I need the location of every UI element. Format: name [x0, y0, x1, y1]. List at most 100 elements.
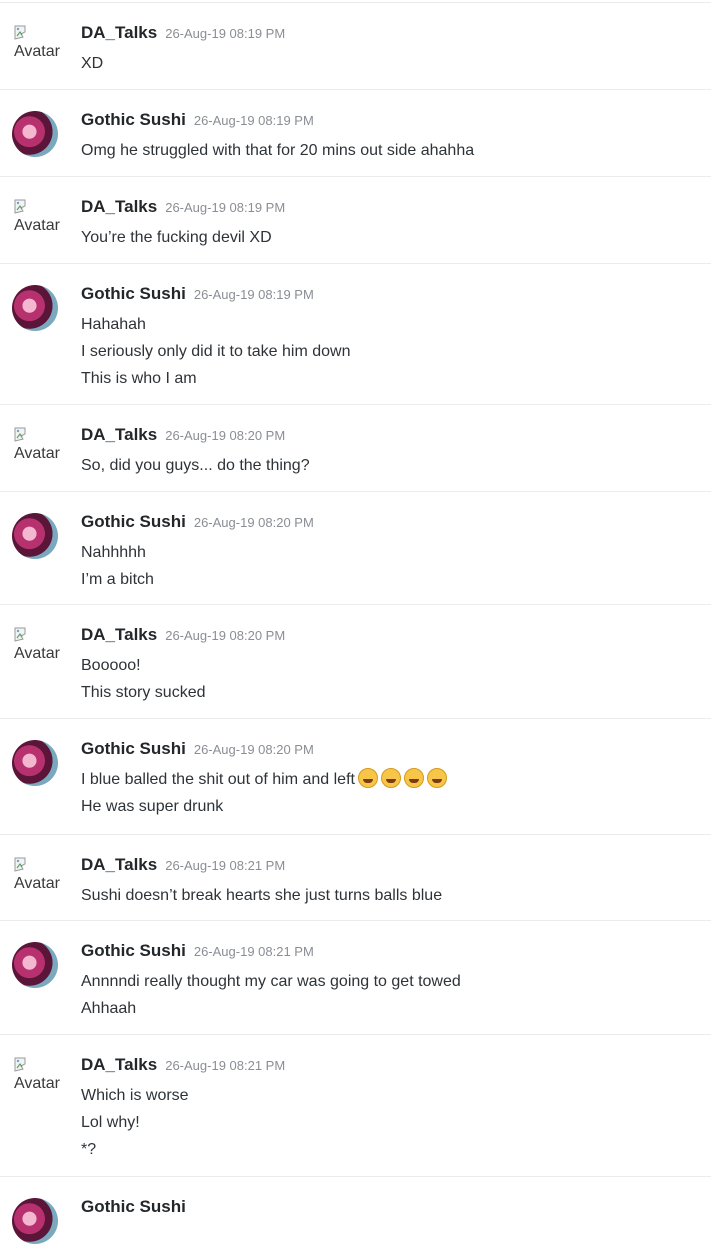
message-header: Gothic Sushi 26-Aug-19 08:19 PM: [81, 110, 314, 130]
message-header: DA_Talks 26-Aug-19 08:20 PM: [81, 425, 285, 445]
message-row: Avatar DA_Talks 26-Aug-19 08:19 PM You’re t…: [0, 176, 711, 263]
avatar-alt-text: Avatar: [14, 875, 60, 892]
timestamp: 26-Aug-19 08:19 PM: [165, 200, 286, 215]
message-header: DA_Talks 26-Aug-19 08:19 PM: [81, 23, 285, 43]
author-name[interactable]: Gothic Sushi: [81, 110, 186, 129]
message-header: Gothic Sushi 26-Aug-19 08:21 PM: [81, 941, 314, 961]
avatar-broken-image[interactable]: Avatar: [14, 1057, 74, 1093]
author-name[interactable]: Gothic Sushi: [81, 739, 186, 758]
message-text-content: This story sucked: [81, 684, 206, 701]
author-name[interactable]: Gothic Sushi: [81, 941, 186, 960]
author-name[interactable]: DA_Talks: [81, 425, 157, 444]
timestamp: 26-Aug-19 08:20 PM: [193, 515, 314, 530]
broken-image-icon: [14, 199, 26, 214]
avatar-broken-image[interactable]: Avatar: [14, 857, 74, 893]
message-text-content: I’m a bitch: [81, 571, 154, 588]
author-name[interactable]: DA_Talks: [81, 23, 157, 42]
message-text: XD: [81, 50, 103, 77]
message-header: Gothic Sushi: [81, 1197, 186, 1217]
message-text-content: Nahhhhh: [81, 544, 146, 561]
rolling-laughing-emoji-icon: [380, 768, 401, 788]
timestamp: 26-Aug-19 08:20 PM: [165, 628, 286, 643]
author-name[interactable]: Gothic Sushi: [81, 284, 186, 303]
timestamp: 26-Aug-19 08:19 PM: [193, 113, 314, 128]
avatar[interactable]: [12, 740, 58, 786]
broken-image-icon: [14, 427, 26, 442]
message-header: DA_Talks 26-Aug-19 08:21 PM: [81, 1055, 285, 1075]
message-text-content: Hahahah: [81, 316, 146, 333]
message-row: Avatar DA_Talks 26-Aug-19 08:20 PM So, did …: [0, 404, 711, 491]
message-header: DA_Talks 26-Aug-19 08:19 PM: [81, 197, 285, 217]
message-body: XD: [81, 50, 103, 77]
broken-image-icon: [14, 627, 26, 642]
message-body: I blue balled the shit out of him and le…: [81, 766, 447, 820]
avatar-alt-text: Avatar: [14, 645, 60, 662]
author-name[interactable]: DA_Talks: [81, 625, 157, 644]
message-text-content: Lol why!: [81, 1114, 140, 1131]
message-row: Gothic Sushi 26-Aug-19 08:19 PM Hahahah I s…: [0, 263, 711, 404]
author-name[interactable]: DA_Talks: [81, 197, 157, 216]
message-header: Gothic Sushi 26-Aug-19 08:20 PM: [81, 739, 314, 759]
message-row: Avatar DA_Talks 26-Aug-19 08:19 PM XD: [0, 2, 711, 89]
message-text-content: Annnndi really thought my car was going …: [81, 973, 461, 990]
timestamp: 26-Aug-19 08:21 PM: [165, 1058, 286, 1073]
avatar-broken-image[interactable]: Avatar: [14, 25, 74, 61]
timestamp: 26-Aug-19 08:21 PM: [165, 858, 286, 873]
message-body: Sushi doesn’t break hearts she just turn…: [81, 882, 442, 909]
message-text: He was super drunk: [81, 793, 447, 820]
message-text-content: Omg he struggled with that for 20 mins o…: [81, 142, 475, 159]
author-name[interactable]: Gothic Sushi: [81, 512, 186, 531]
message-row: Avatar DA_Talks 26-Aug-19 08:20 PM Booooo! T…: [0, 604, 711, 718]
avatar[interactable]: [12, 513, 58, 559]
message-text: So, did you guys... do the thing?: [81, 452, 310, 479]
avatar-alt-text: Avatar: [14, 1075, 60, 1092]
message-text: Booooo!: [81, 652, 205, 679]
message-text-content: He was super drunk: [81, 798, 224, 815]
message-text: Ahhaah: [81, 995, 461, 1022]
message-row: Gothic Sushi 26-Aug-19 08:21 PM Annnndi re…: [0, 920, 711, 1034]
avatar-broken-image[interactable]: Avatar: [14, 627, 74, 663]
message-header: Gothic Sushi 26-Aug-19 08:19 PM: [81, 284, 314, 304]
message-text: Lol why!: [81, 1109, 189, 1136]
timestamp: 26-Aug-19 08:19 PM: [193, 287, 314, 302]
message-text: You’re the fucking devil XD: [81, 224, 272, 251]
message-row: Avatar DA_Talks 26-Aug-19 08:21 PM Which is…: [0, 1034, 711, 1176]
message-text: I’m a bitch: [81, 566, 154, 593]
message-body: Booooo! This story sucked: [81, 652, 205, 706]
message-row: Avatar DA_Talks 26-Aug-19 08:21 PM Sushi do…: [0, 834, 711, 920]
timestamp: 26-Aug-19 08:19 PM: [165, 26, 286, 41]
message-text-content: So, did you guys... do the thing?: [81, 457, 310, 474]
message-text: This story sucked: [81, 679, 205, 706]
avatar-broken-image[interactable]: Avatar: [14, 199, 74, 235]
message-body: Annnndi really thought my car was going …: [81, 968, 461, 1022]
message-text-content: Which is worse: [81, 1087, 189, 1104]
author-name[interactable]: DA_Talks: [81, 1055, 157, 1074]
avatar-broken-image[interactable]: Avatar: [14, 427, 74, 463]
message-text: Omg he struggled with that for 20 mins o…: [81, 137, 474, 164]
message-text: *?: [81, 1136, 189, 1163]
message-row: Gothic Sushi: [0, 1176, 711, 1244]
message-body: Which is worse Lol why! *?: [81, 1082, 189, 1163]
message-text-content: XD: [81, 55, 104, 72]
message-header: DA_Talks 26-Aug-19 08:21 PM: [81, 855, 285, 875]
rolling-laughing-emoji-icon: [357, 768, 378, 788]
message-text: Sushi doesn’t break hearts she just turn…: [81, 882, 442, 909]
message-text-content: You’re the fucking devil XD: [81, 229, 272, 246]
rolling-laughing-emoji-icon: [426, 768, 447, 788]
message-row: Gothic Sushi 26-Aug-19 08:19 PM Omg he str…: [0, 89, 711, 176]
message-body: So, did you guys... do the thing?: [81, 452, 310, 479]
message-text-content: *?: [81, 1141, 97, 1158]
author-name[interactable]: DA_Talks: [81, 855, 157, 874]
message-body: Hahahah I seriously only did it to take h…: [81, 311, 350, 392]
avatar[interactable]: [12, 1198, 58, 1244]
avatar[interactable]: [12, 111, 58, 157]
avatar[interactable]: [12, 285, 58, 331]
message-row: Gothic Sushi 26-Aug-19 08:20 PM Nahhhhh I’m…: [0, 491, 711, 604]
message-body: You’re the fucking devil XD: [81, 224, 272, 251]
message-text-content: Booooo!: [81, 657, 141, 674]
message-text: I seriously only did it to take him down: [81, 338, 350, 365]
broken-image-icon: [14, 1057, 26, 1072]
avatar-alt-text: Avatar: [14, 445, 60, 462]
avatar[interactable]: [12, 942, 58, 988]
message-text-content: This is who I am: [81, 370, 197, 387]
